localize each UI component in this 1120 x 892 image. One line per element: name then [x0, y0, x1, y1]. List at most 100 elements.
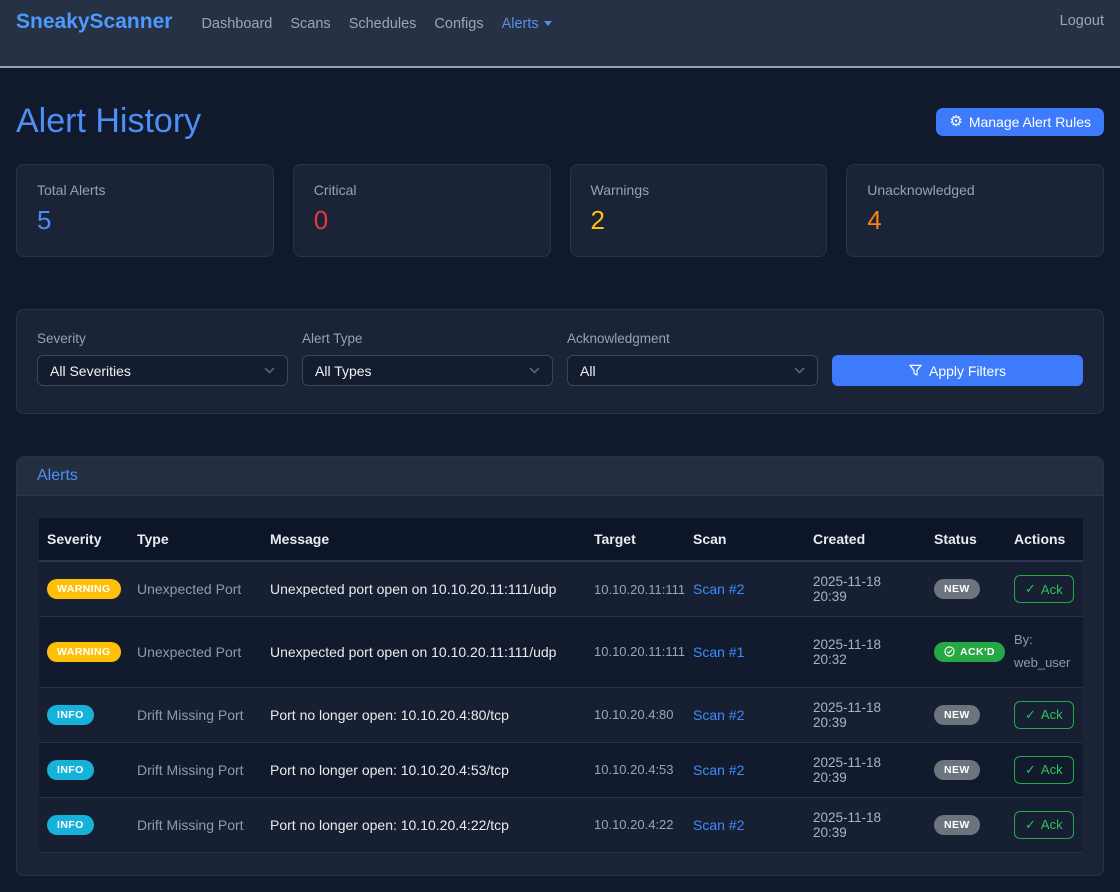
apply-filters-label: Apply Filters [929, 363, 1006, 379]
ack-button[interactable]: ✓ Ack [1014, 756, 1074, 784]
alert-created-cell: 2025-11-18 20:32 [805, 617, 926, 688]
alerts-table-head: Severity Type Message Target Scan Create… [39, 518, 1083, 561]
severity-select[interactable]: All Severities [37, 355, 288, 386]
scan-link[interactable]: Scan #1 [693, 644, 744, 660]
table-row: INFO Drift Missing Port Port no longer o… [39, 797, 1083, 852]
status-badge: NEW [934, 705, 980, 725]
scan-link[interactable]: Scan #2 [693, 817, 744, 833]
check-icon: ✓ [1025, 762, 1036, 778]
ack-button[interactable]: ✓ Ack [1014, 701, 1074, 729]
nav-item-configs[interactable]: Configs [434, 13, 483, 32]
ack-button-label: Ack [1041, 817, 1063, 832]
table-row: WARNING Unexpected Port Unexpected port … [39, 617, 1083, 688]
severity-badge: WARNING [47, 579, 121, 599]
stat-label: Warnings [591, 182, 807, 198]
nav-item-alerts-label: Alerts [502, 16, 539, 32]
chevron-down-icon [264, 367, 275, 374]
scan-link[interactable]: Scan #2 [693, 707, 744, 723]
filter-group-acknowledgment: Acknowledgment All [567, 331, 818, 386]
logout-link[interactable]: Logout [1060, 10, 1104, 29]
status-badge: NEW [934, 760, 980, 780]
alert-created-cell: 2025-11-18 20:39 [805, 687, 926, 742]
stat-label: Critical [314, 182, 530, 198]
table-row: INFO Drift Missing Port Port no longer o… [39, 687, 1083, 742]
stat-card-warnings: Warnings 2 [570, 164, 828, 257]
status-badge: NEW [934, 579, 980, 599]
alert-type-cell: Drift Missing Port [129, 742, 262, 797]
stat-card-total-alerts: Total Alerts 5 [16, 164, 274, 257]
table-row: INFO Drift Missing Port Port no longer o… [39, 742, 1083, 797]
alert-target-cell: 10.10.20.11:111 [586, 561, 685, 617]
ack-button-label: Ack [1041, 582, 1063, 597]
column-header-target: Target [586, 518, 685, 561]
alert-target-cell: 10.10.20.4:80 [586, 687, 685, 742]
column-header-severity: Severity [39, 518, 129, 561]
status-label: ACK'D [960, 646, 995, 658]
alert-type-select-value: All Types [315, 363, 372, 379]
alerts-panel-title: Alerts [17, 457, 1103, 496]
alerts-table-body: WARNING Unexpected Port Unexpected port … [39, 561, 1083, 852]
alert-type-cell: Unexpected Port [129, 617, 262, 688]
stat-label: Unacknowledged [867, 182, 1083, 198]
acknowledgment-select-value: All [580, 363, 596, 379]
ack-button[interactable]: ✓ Ack [1014, 811, 1074, 839]
alert-target-cell: 10.10.20.11:111 [586, 617, 685, 688]
acked-by-prefix: By: [1014, 629, 1075, 652]
alert-type-cell: Drift Missing Port [129, 687, 262, 742]
brand-logo[interactable]: SneakyScanner [16, 10, 172, 34]
stat-value: 2 [591, 205, 807, 236]
nav-item-scans[interactable]: Scans [290, 13, 330, 32]
status-label: NEW [944, 709, 970, 721]
status-label: NEW [944, 819, 970, 831]
alert-type-cell: Unexpected Port [129, 561, 262, 617]
stat-value: 5 [37, 205, 253, 236]
status-badge: ACK'D [934, 642, 1005, 662]
alert-target-cell: 10.10.20.4:53 [586, 742, 685, 797]
acked-by-user: web_user [1014, 652, 1075, 675]
nav-item-schedules[interactable]: Schedules [349, 13, 417, 32]
status-label: NEW [944, 583, 970, 595]
ack-button-label: Ack [1041, 762, 1063, 777]
ack-button[interactable]: ✓ Ack [1014, 575, 1074, 603]
alert-message-cell: Port no longer open: 10.10.20.4:80/tcp [262, 687, 586, 742]
alert-message-cell: Unexpected port open on 10.10.20.11:111/… [262, 561, 586, 617]
stats-row: Total Alerts 5 Critical 0 Warnings 2 Una… [16, 164, 1104, 257]
alert-message-cell: Unexpected port open on 10.10.20.11:111/… [262, 617, 586, 688]
alert-created-cell: 2025-11-18 20:39 [805, 561, 926, 617]
column-header-created: Created [805, 518, 926, 561]
navbar-left: SneakyScanner Dashboard Scans Schedules … [16, 10, 561, 34]
manage-alert-rules-label: Manage Alert Rules [969, 114, 1091, 130]
filter-group-alert-type: Alert Type All Types [302, 331, 553, 386]
check-circle-icon [944, 646, 955, 657]
main-content: Alert History ⚙ Manage Alert Rules Total… [0, 102, 1120, 876]
apply-filters-button[interactable]: Apply Filters [832, 355, 1083, 386]
status-label: NEW [944, 764, 970, 776]
severity-badge: INFO [47, 705, 94, 725]
column-header-status: Status [926, 518, 1006, 561]
column-header-actions: Actions [1006, 518, 1083, 561]
page-title: Alert History [16, 102, 201, 141]
alerts-panel: Alerts Severity Type Message Target Scan… [16, 456, 1104, 876]
filter-label: Acknowledgment [567, 331, 818, 346]
chevron-down-icon [529, 367, 540, 374]
column-header-message: Message [262, 518, 586, 561]
acked-by-text: By: web_user [1014, 629, 1075, 675]
navbar: SneakyScanner Dashboard Scans Schedules … [0, 0, 1120, 68]
nav-item-dashboard[interactable]: Dashboard [201, 13, 272, 32]
scan-link[interactable]: Scan #2 [693, 762, 744, 778]
alerts-panel-body: Severity Type Message Target Scan Create… [17, 496, 1103, 875]
nav-item-alerts[interactable]: Alerts [502, 13, 552, 32]
alert-type-select[interactable]: All Types [302, 355, 553, 386]
alert-message-cell: Port no longer open: 10.10.20.4:22/tcp [262, 797, 586, 852]
ack-button-label: Ack [1041, 707, 1063, 722]
stat-value: 4 [867, 205, 1083, 236]
manage-alert-rules-button[interactable]: ⚙ Manage Alert Rules [936, 108, 1104, 136]
acknowledgment-select[interactable]: All [567, 355, 818, 386]
funnel-icon [909, 364, 922, 377]
filter-panel: Severity All Severities Alert Type All T… [16, 309, 1104, 414]
severity-badge: WARNING [47, 642, 121, 662]
column-header-type: Type [129, 518, 262, 561]
scan-link[interactable]: Scan #2 [693, 581, 744, 597]
alert-message-cell: Port no longer open: 10.10.20.4:53/tcp [262, 742, 586, 797]
table-row: WARNING Unexpected Port Unexpected port … [39, 561, 1083, 617]
